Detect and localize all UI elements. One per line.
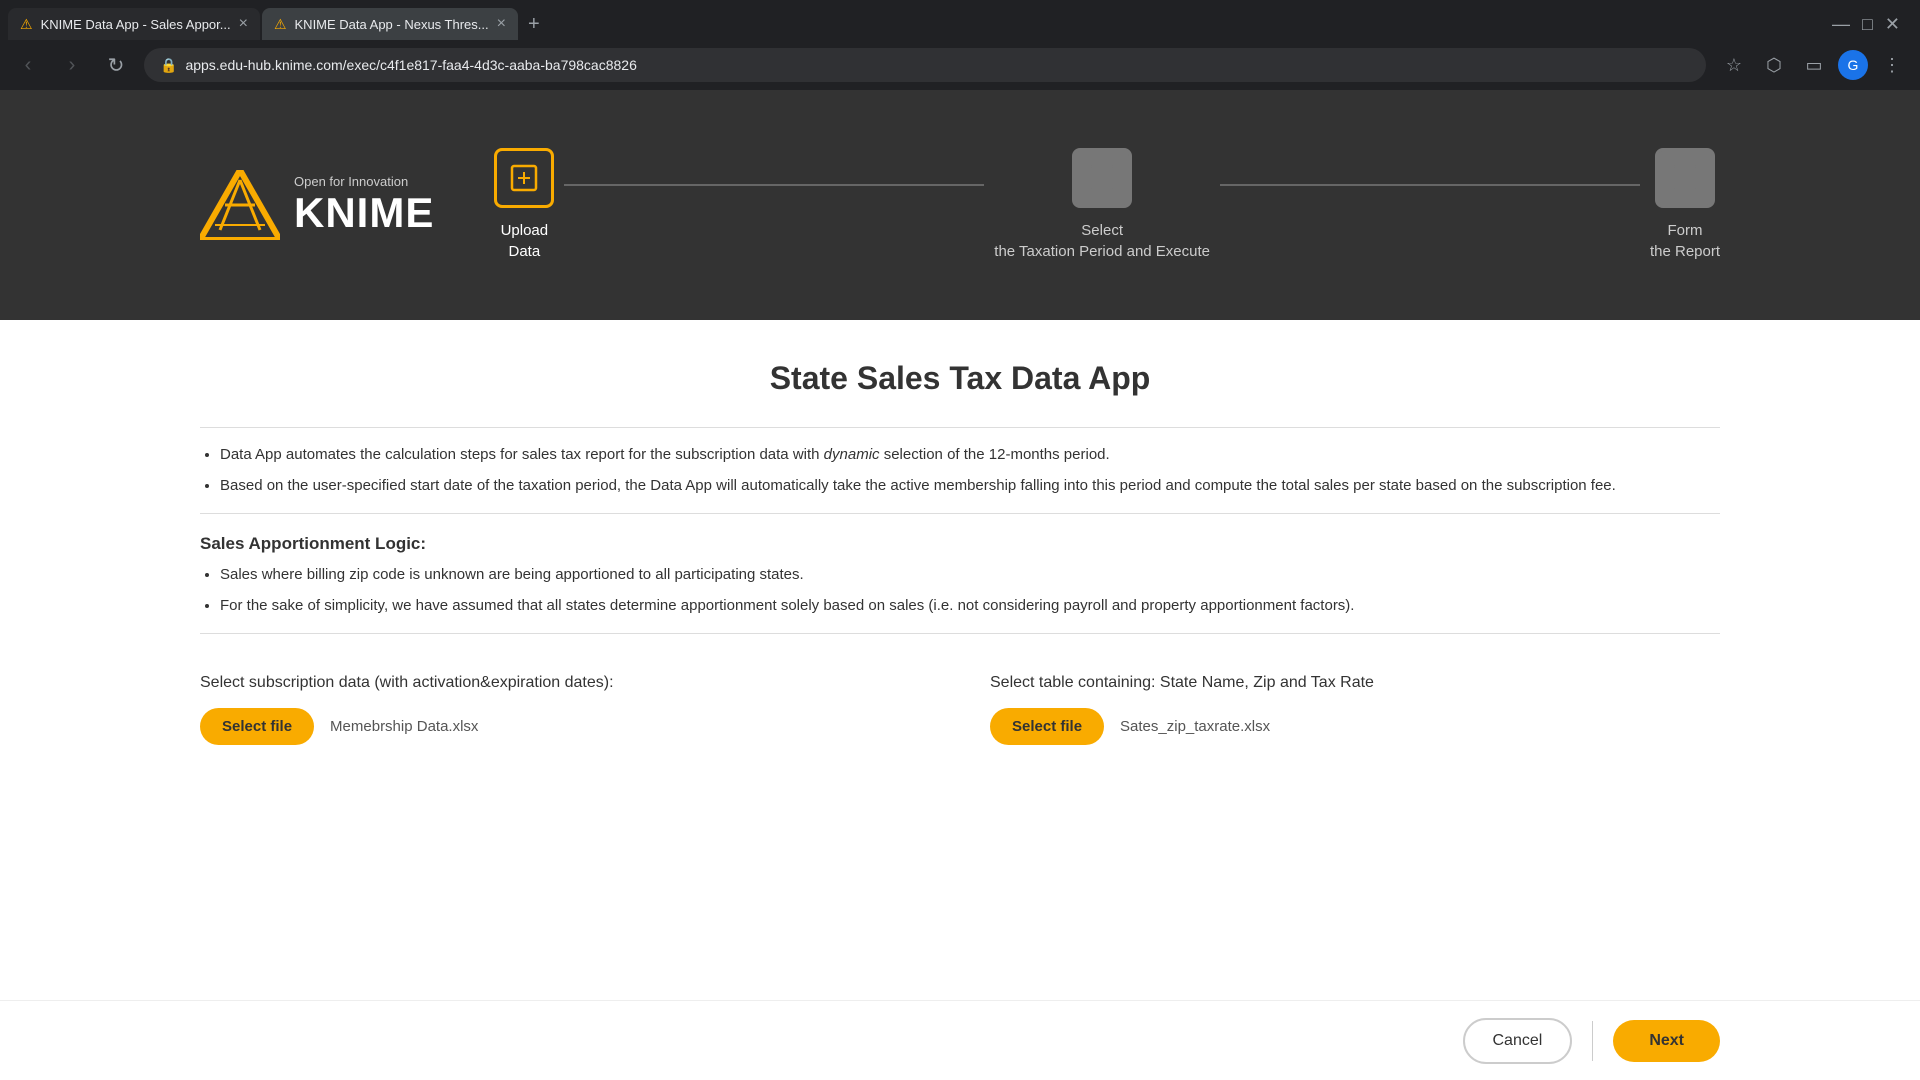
url-text: apps.edu-hub.knime.com/exec/c4f1e817-faa… — [185, 57, 1690, 73]
address-bar-row: ‹ › ↻ 🔒 apps.edu-hub.knime.com/exec/c4f1… — [0, 40, 1920, 90]
star-icon[interactable]: ☆ — [1718, 49, 1750, 81]
step-1-label: UploadData — [501, 220, 549, 262]
step-3-label: Formthe Report — [1650, 220, 1720, 262]
back-button[interactable]: ‹ — [12, 49, 44, 81]
logo-tagline: Open for Innovation — [294, 174, 434, 189]
maximize-button[interactable]: □ — [1862, 14, 1873, 35]
step-3: Formthe Report — [1650, 148, 1720, 262]
new-tab-button[interactable]: + — [520, 9, 548, 40]
file-group-2-label: Select table containing: State Name, Zip… — [990, 674, 1720, 692]
lock-icon: 🔒 — [160, 57, 177, 74]
intro-bullets: Data App automates the calculation steps… — [200, 444, 1720, 497]
knime-logo-icon — [200, 170, 280, 240]
window-controls: — □ ✕ — [1832, 14, 1912, 35]
forward-button[interactable]: › — [56, 49, 88, 81]
tab-1[interactable]: ⚠ KNIME Data App - Sales Appor... × — [8, 8, 260, 40]
profile-icon[interactable]: G — [1838, 50, 1868, 80]
app-container: Open for Innovation KNIME UploadData — [0, 90, 1920, 1080]
tab-bar: ⚠ KNIME Data App - Sales Appor... × ⚠ KN… — [0, 0, 1920, 40]
bottom-bar: Cancel Next — [0, 1000, 1920, 1080]
stepper-items: UploadData Selectthe Taxation Period and… — [494, 148, 1720, 262]
tab-2-label: KNIME Data App - Nexus Thres... — [295, 17, 489, 32]
next-button[interactable]: Next — [1613, 1020, 1720, 1062]
stepper: UploadData Selectthe Taxation Period and… — [494, 148, 1720, 262]
page-title: State Sales Tax Data App — [200, 360, 1720, 397]
sidebar-icon[interactable]: ▭ — [1798, 49, 1830, 81]
select-file-button-2[interactable]: Select file — [990, 708, 1104, 745]
toolbar-icons: ☆ ⬡ ▭ G ⋮ — [1718, 49, 1908, 81]
file-section: Select subscription data (with activatio… — [200, 674, 1720, 745]
divider-1 — [200, 427, 1720, 428]
step-1-circle — [494, 148, 554, 208]
extensions-icon[interactable]: ⬡ — [1758, 49, 1790, 81]
logic-bullet-1: Sales where billing zip code is unknown … — [220, 564, 1720, 587]
file-input-row-1: Select file Memebrship Data.xlsx — [200, 708, 930, 745]
logic-bullet-2: For the sake of simplicity, we have assu… — [220, 595, 1720, 618]
logo-name: KNIME — [294, 189, 434, 237]
logo-area: Open for Innovation KNIME — [200, 170, 434, 240]
intro-bullet-2: Based on the user-specified start date o… — [220, 475, 1720, 498]
tab-2-close[interactable]: × — [497, 15, 506, 33]
menu-icon[interactable]: ⋮ — [1876, 49, 1908, 81]
logo-text-area: Open for Innovation KNIME — [294, 174, 434, 237]
browser-chrome: ⚠ KNIME Data App - Sales Appor... × ⚠ KN… — [0, 0, 1920, 90]
step-2: Selectthe Taxation Period and Execute — [994, 148, 1210, 262]
tab-1-icon: ⚠ — [20, 16, 33, 33]
file-group-2: Select table containing: State Name, Zip… — [990, 674, 1720, 745]
file-input-row-2: Select file Sates_zip_taxrate.xlsx — [990, 708, 1720, 745]
step-2-label: Selectthe Taxation Period and Execute — [994, 220, 1210, 262]
logic-bullets: Sales where billing zip code is unknown … — [200, 564, 1720, 617]
address-bar[interactable]: 🔒 apps.edu-hub.knime.com/exec/c4f1e817-f… — [144, 48, 1706, 82]
select-file-button-1[interactable]: Select file — [200, 708, 314, 745]
divider-vertical — [1592, 1021, 1593, 1061]
tab-1-label: KNIME Data App - Sales Appor... — [41, 17, 231, 32]
file-group-1: Select subscription data (with activatio… — [200, 674, 930, 745]
cancel-button[interactable]: Cancel — [1463, 1018, 1573, 1064]
step-3-circle — [1655, 148, 1715, 208]
divider-3 — [200, 633, 1720, 634]
file-name-1: Memebrship Data.xlsx — [330, 718, 478, 735]
app-header: Open for Innovation KNIME UploadData — [0, 90, 1920, 320]
minimize-button[interactable]: — — [1832, 14, 1850, 35]
step-connector-2 — [1220, 184, 1640, 186]
content-area: State Sales Tax Data App Data App automa… — [0, 320, 1920, 1080]
tab-2[interactable]: ⚠ KNIME Data App - Nexus Thres... × — [262, 8, 518, 40]
close-button[interactable]: ✕ — [1885, 14, 1900, 35]
reload-button[interactable]: ↻ — [100, 49, 132, 81]
divider-2 — [200, 513, 1720, 514]
step-2-circle — [1072, 148, 1132, 208]
tab-2-icon: ⚠ — [274, 16, 287, 33]
section-title: Sales Apportionment Logic: — [200, 534, 1720, 554]
tab-1-close[interactable]: × — [239, 15, 248, 33]
intro-bullet-1: Data App automates the calculation steps… — [220, 444, 1720, 467]
step-connector-1 — [564, 184, 984, 186]
step-1: UploadData — [494, 148, 554, 262]
file-group-1-label: Select subscription data (with activatio… — [200, 674, 930, 692]
file-name-2: Sates_zip_taxrate.xlsx — [1120, 718, 1270, 735]
